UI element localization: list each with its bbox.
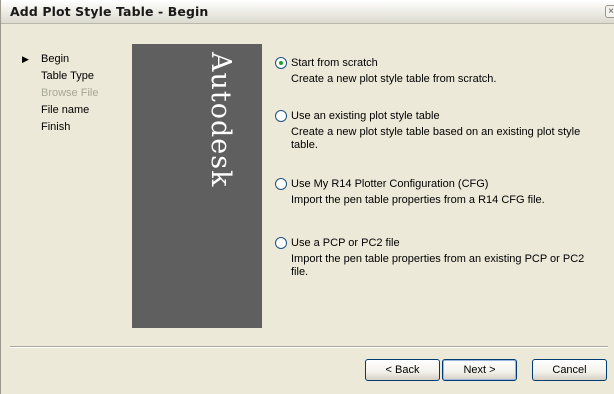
title-bar[interactable]: Add Plot Style Table - Begin × (1, 0, 614, 24)
option-description: Import the pen table properties from a R… (291, 194, 545, 206)
next-button[interactable]: Next > (442, 359, 517, 381)
radio-r14-plotter-configuration[interactable] (275, 178, 287, 190)
step-finish: Finish (21, 119, 98, 136)
back-button[interactable]: < Back (365, 359, 440, 381)
step-browse-file: Browse File (21, 85, 98, 102)
step-label: Begin (41, 53, 70, 65)
radio-pcp-pc2-file[interactable] (275, 237, 287, 249)
step-begin: ▶ Begin (21, 51, 98, 68)
option-description: Import the pen table properties from an … (291, 253, 585, 278)
cancel-button[interactable]: Cancel (532, 359, 607, 381)
step-label: Browse File (41, 87, 99, 99)
option-description: Create a new plot style table based on a… (291, 126, 581, 151)
option-label[interactable]: Use My R14 Plotter Configuration (CFG) (291, 177, 488, 191)
option-label[interactable]: Use an existing plot style table (291, 109, 440, 123)
window-title: Add Plot Style Table - Begin (10, 4, 209, 19)
step-table-type: Table Type (21, 68, 98, 85)
separator-line (10, 346, 608, 348)
current-step-arrow-icon: ▶ (22, 54, 29, 64)
autodesk-logo: Autodesk (205, 52, 236, 188)
option-label[interactable]: Start from scratch (291, 56, 378, 70)
step-label: File name (41, 104, 90, 116)
wizard-steps: ▶ Begin Table Type Browse File File name… (21, 51, 98, 136)
step-file-name: File name (21, 102, 98, 119)
close-icon[interactable]: × (605, 5, 614, 18)
option-description: Create a new plot style table from scrat… (291, 73, 497, 85)
radio-start-from-scratch[interactable] (275, 57, 287, 69)
option-label[interactable]: Use a PCP or PC2 file (291, 236, 400, 250)
radio-selected-dot (279, 61, 283, 65)
radio-existing-plot-style-table[interactable] (275, 110, 287, 122)
dialog-window: Add Plot Style Table - Begin × ▶ Begin T… (0, 0, 614, 394)
step-label: Table Type (41, 70, 95, 82)
autodesk-banner: Autodesk (132, 44, 262, 328)
step-label: Finish (41, 121, 71, 133)
